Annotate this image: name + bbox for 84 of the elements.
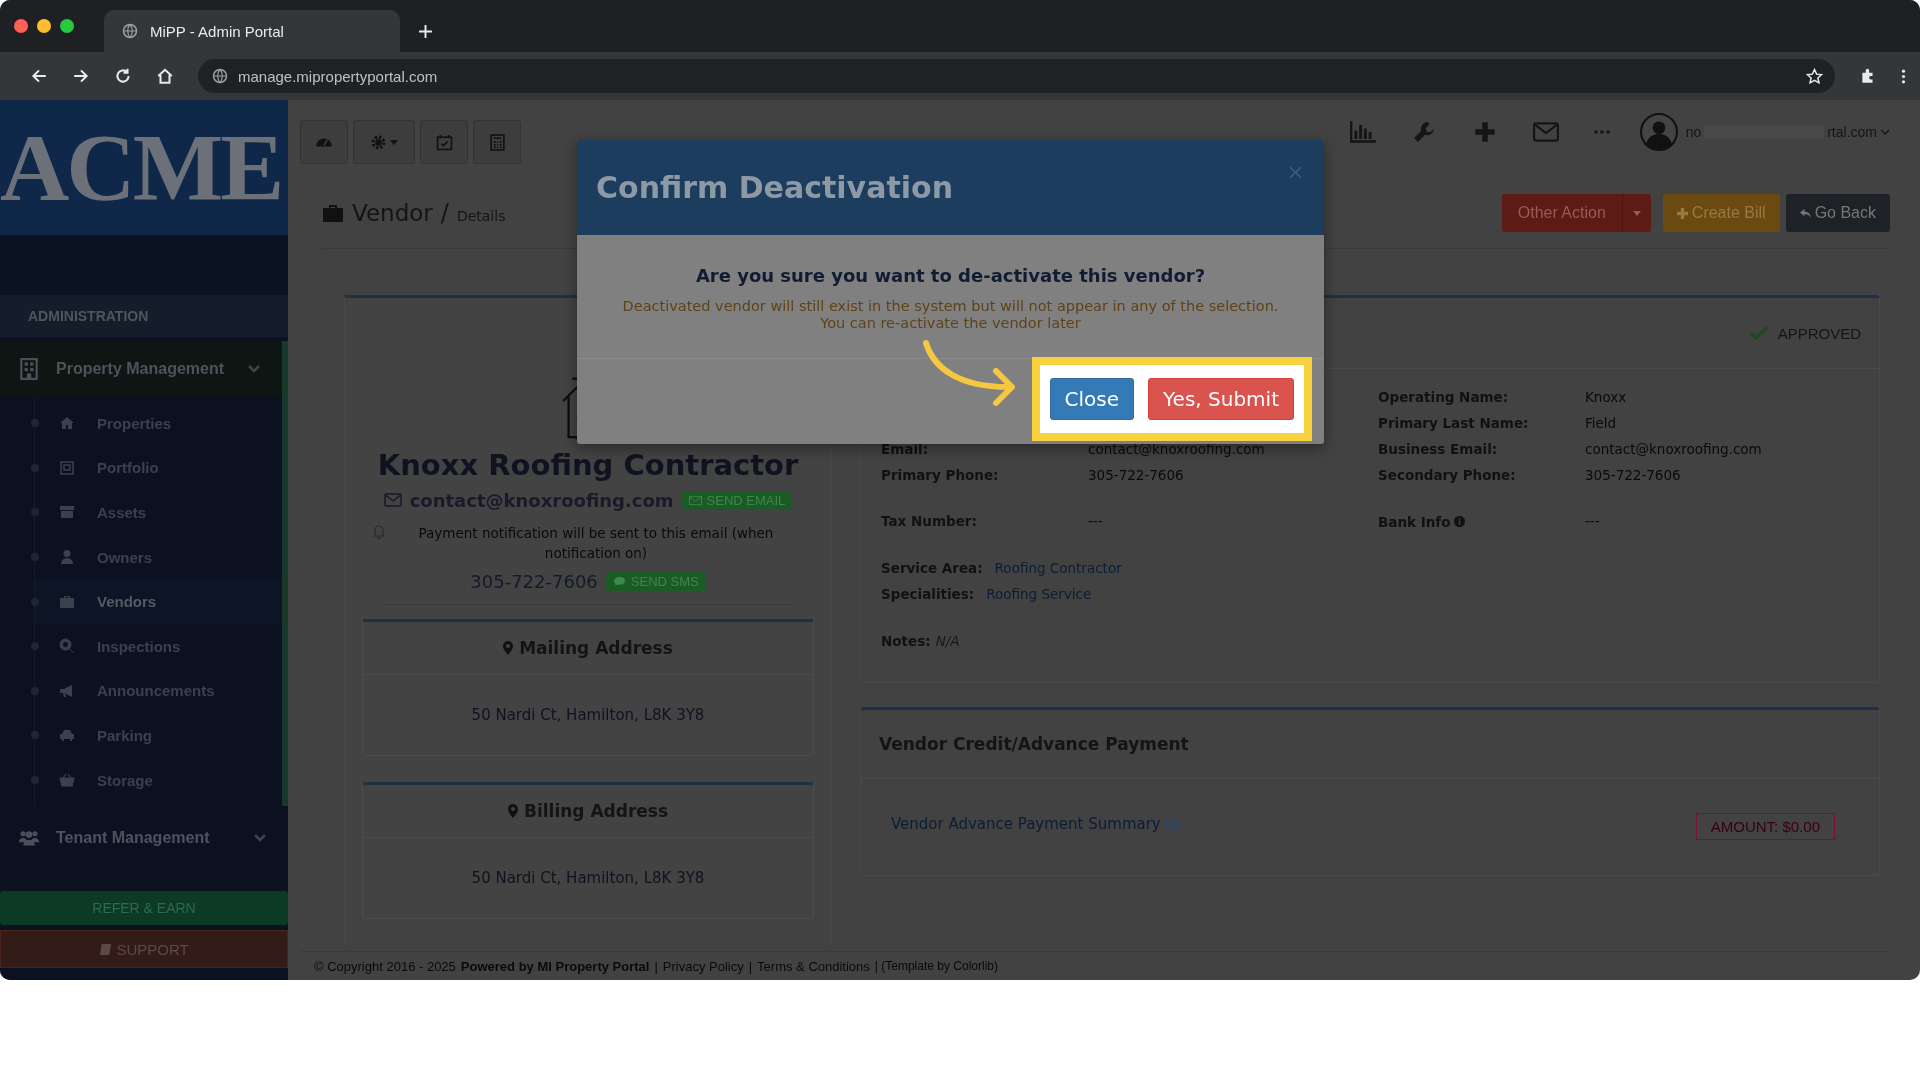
chevron-down-icon <box>248 365 260 373</box>
briefcase-icon <box>59 593 75 610</box>
sidebar-group[interactable]: Tenant Management <box>0 810 288 867</box>
field-value: Field <box>1585 415 1618 432</box>
field-value: --- <box>1088 513 1104 530</box>
globe-icon <box>122 23 138 39</box>
dialog-title: Confirm Deactivation <box>596 170 953 205</box>
dashboard-button[interactable] <box>300 120 348 164</box>
archive-box-icon <box>59 504 75 521</box>
bar-chart-icon <box>1165 818 1180 830</box>
browser-tab[interactable]: MiPP - Admin Portal <box>104 10 400 52</box>
building-icon <box>18 358 40 380</box>
caret-icon <box>390 139 398 145</box>
close-window-icon[interactable] <box>14 19 28 33</box>
envelope-icon <box>383 493 402 508</box>
bar-chart-icon[interactable] <box>1349 121 1376 143</box>
caret-icon <box>1632 210 1641 216</box>
calendar-check-icon <box>435 133 453 151</box>
address-bar[interactable]: manage.mipropertyportal.com <box>198 59 1835 93</box>
more-dots-icon[interactable] <box>1593 130 1610 134</box>
dropdown-toggle[interactable] <box>1621 194 1651 232</box>
submit-button[interactable]: Yes, Submit <box>1148 378 1294 420</box>
checkmark-icon <box>1749 326 1768 340</box>
footer-text: © Copyright 2016 - 2025 <box>314 958 456 974</box>
envelope-icon <box>688 494 702 506</box>
field-value: 305-722-7606 <box>1585 467 1682 484</box>
user-icon <box>59 549 75 566</box>
portfolio-icon <box>59 459 75 476</box>
info-icon[interactable] <box>1454 516 1466 527</box>
close-icon[interactable] <box>1289 166 1302 179</box>
tag-link[interactable]: Roofing Contractor <box>994 560 1122 577</box>
close-button[interactable]: Close <box>1049 378 1135 420</box>
field-value: --- <box>1585 513 1601 530</box>
settings-button[interactable] <box>353 120 415 164</box>
field-value: Knoxx <box>1585 389 1628 406</box>
footer-text: Powered by MI Property Portal <box>460 958 650 974</box>
dialog-question: Are you sure you want to de-activate this vendor? <box>694 265 1207 286</box>
footer-text: | <box>654 958 658 974</box>
chevron-down-icon <box>254 834 266 843</box>
reload-icon[interactable] <box>114 67 132 85</box>
notification-note: Payment notification will be sent to this email (when notification on) <box>417 523 775 563</box>
field-value: 305-722-7606 <box>1088 467 1185 484</box>
basket-icon <box>59 772 75 789</box>
summary-link[interactable]: Vendor Advance Payment Summary <box>891 815 1180 833</box>
dialog-message: Deactivated vendor will still exist in the system but will not appear in any of the selection. You can re-activate the vendor later <box>621 298 1280 332</box>
gauge-icon <box>315 137 333 147</box>
avatar-icon[interactable] <box>1639 113 1678 151</box>
sidebar-group[interactable]: Property Management <box>0 341 282 397</box>
bell-icon <box>373 524 385 539</box>
home-icon[interactable] <box>156 67 174 85</box>
map-pin-icon <box>507 804 518 818</box>
envelope-icon[interactable] <box>1532 121 1559 143</box>
menu-icon[interactable] <box>1901 67 1906 85</box>
site-info-icon <box>212 68 228 84</box>
megaphone-icon <box>59 682 75 699</box>
breadcrumb-separator: / <box>440 199 449 227</box>
briefcase-icon <box>322 204 344 222</box>
back-arrow-icon[interactable] <box>30 67 48 85</box>
plus-icon <box>1676 207 1688 219</box>
footer-text: | <box>748 958 753 974</box>
go-back-button[interactable]: Go Back <box>1785 194 1890 232</box>
other-action-button[interactable]: Other Action <box>1501 194 1622 232</box>
forward-arrow-icon[interactable] <box>72 67 90 85</box>
calculator-button[interactable] <box>473 120 521 164</box>
chevron-down-icon[interactable] <box>1880 129 1890 135</box>
calendar-button[interactable] <box>420 120 468 164</box>
calculator-icon <box>488 133 506 151</box>
home-icon <box>59 415 75 432</box>
chat-bubble-icon <box>612 575 626 587</box>
reply-arrow-icon <box>1799 207 1811 219</box>
footer-link[interactable]: Terms & Conditions <box>757 958 870 974</box>
new-tab-icon[interactable] <box>418 24 433 39</box>
field-value: contact@knoxroofing.com <box>1585 441 1763 458</box>
settings-icon <box>370 133 387 151</box>
maximize-window-icon[interactable] <box>60 19 74 33</box>
section-header: ADMINISTRATION <box>0 295 288 337</box>
minimize-window-icon[interactable] <box>37 19 51 33</box>
logo[interactable]: ACME <box>0 119 282 216</box>
map-pin-icon <box>503 641 514 655</box>
amount-badge: AMOUNT: $0.00 <box>1695 813 1835 840</box>
footer-link[interactable]: Privacy Policy <box>662 958 744 974</box>
car-icon <box>59 727 75 744</box>
tag-link[interactable]: Roofing Service <box>986 586 1092 603</box>
bookmark-star-icon[interactable] <box>1806 67 1823 85</box>
